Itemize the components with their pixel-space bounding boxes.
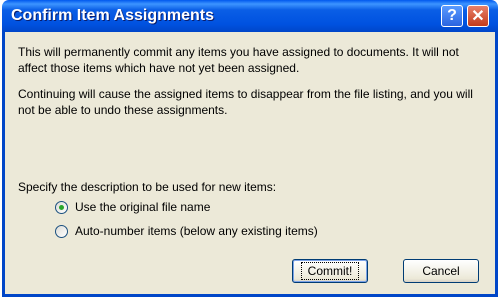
close-button[interactable]: ✕ <box>467 5 489 27</box>
commit-warning-text: This will permanently commit any items y… <box>18 45 459 75</box>
undo-warning-text: Continuing will cause the assigned items… <box>18 87 473 117</box>
option-auto-number[interactable]: Auto-number items (below any existing it… <box>55 224 318 238</box>
radio-button-checked[interactable] <box>55 200 68 214</box>
option-original-file-name[interactable]: Use the original file name <box>55 200 210 214</box>
radio-button[interactable] <box>55 224 68 238</box>
dialog-body: This will permanently commit any items y… <box>5 32 495 294</box>
confirm-dialog: Confirm Item Assignments ? ✕ This will p… <box>2 0 498 297</box>
cancel-button-label: Cancel <box>422 264 460 278</box>
commit-button[interactable]: Commit! <box>292 259 368 283</box>
option-label[interactable]: Auto-number items (below any existing it… <box>75 224 318 238</box>
cancel-button[interactable]: Cancel <box>403 259 479 283</box>
commit-button-label: Commit! <box>300 262 360 280</box>
close-icon: ✕ <box>471 8 485 25</box>
help-icon: ? <box>447 7 457 24</box>
title-bar[interactable]: Confirm Item Assignments ? ✕ <box>5 0 495 32</box>
dialog-title: Confirm Item Assignments <box>11 7 214 24</box>
help-button[interactable]: ? <box>441 5 463 27</box>
option-label[interactable]: Use the original file name <box>75 200 210 214</box>
description-label: Specify the description to be used for n… <box>18 180 277 194</box>
